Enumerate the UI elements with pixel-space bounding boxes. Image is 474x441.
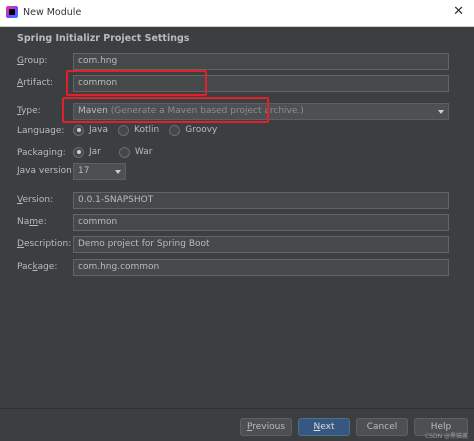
radio-war[interactable]: War	[118, 146, 152, 158]
language-radio-group: Java Kotlin Groovy	[73, 123, 227, 137]
java-version-label: Java version:	[17, 166, 75, 176]
artifact-label: Artifact:	[17, 78, 54, 88]
chevron-down-icon	[115, 170, 121, 174]
artifact-input[interactable]: common	[73, 75, 449, 92]
radio-unselected-icon	[118, 146, 130, 158]
name-label: Name:	[17, 217, 47, 227]
cancel-button[interactable]: Cancel	[356, 418, 408, 436]
chevron-down-icon	[438, 110, 444, 114]
radio-selected-icon	[73, 124, 84, 136]
radio-groovy[interactable]: Groovy	[169, 124, 217, 136]
description-input[interactable]: Demo project for Spring Boot	[73, 236, 449, 253]
title-bar: New Module ✕	[0, 0, 474, 27]
watermark-text: CSDN @黑猫酱	[424, 433, 468, 440]
section-title: Spring Initializr Project Settings	[17, 33, 190, 44]
radio-jar[interactable]: Jar	[73, 146, 101, 158]
close-icon[interactable]: ✕	[453, 4, 464, 19]
type-dropdown[interactable]: Maven (Generate a Maven based project ar…	[73, 103, 449, 120]
next-button[interactable]: Next	[298, 418, 350, 436]
group-label: Group:	[17, 56, 48, 66]
language-label: Language:	[17, 126, 65, 136]
package-input[interactable]: com.hng.common	[73, 259, 449, 276]
radio-unselected-icon	[118, 124, 130, 136]
radio-kotlin[interactable]: Kotlin	[118, 124, 159, 136]
version-input[interactable]: 0.0.1-SNAPSHOT	[73, 192, 449, 209]
radio-java[interactable]: Java	[73, 124, 108, 136]
name-input[interactable]: common	[73, 214, 449, 231]
java-version-dropdown[interactable]: 17	[73, 163, 126, 180]
version-label: Version:	[17, 195, 54, 205]
packaging-label: Packaging:	[17, 148, 66, 158]
previous-button[interactable]: Previous	[240, 418, 292, 436]
footer-divider	[0, 408, 474, 409]
description-label: Description:	[17, 239, 72, 249]
new-module-dialog: New Module ✕ Spring Initializr Project S…	[0, 0, 474, 441]
package-label: Package:	[17, 262, 58, 272]
group-input[interactable]: com.hng	[73, 53, 449, 70]
window-title: New Module	[23, 7, 82, 18]
intellij-app-icon	[6, 6, 18, 18]
packaging-radio-group: Jar War	[73, 145, 162, 159]
type-label: Type:	[17, 106, 41, 116]
radio-unselected-icon	[169, 124, 181, 136]
radio-selected-icon	[73, 146, 84, 158]
